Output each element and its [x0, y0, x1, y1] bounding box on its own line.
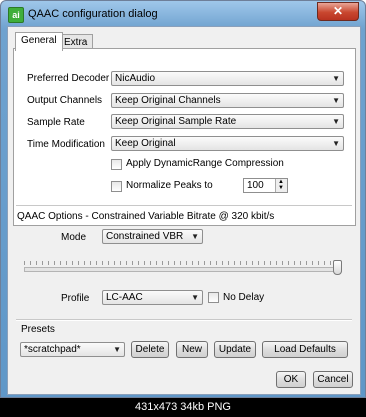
new-preset-button[interactable]: New — [176, 341, 208, 358]
delete-preset-button[interactable]: Delete — [131, 341, 169, 358]
preset-select[interactable]: *scratchpad* ▼ — [20, 342, 125, 357]
presets-heading: Presets — [21, 324, 55, 335]
preferred-decoder-select[interactable]: NicAudio ▼ — [111, 71, 344, 86]
normalize-peaks-spinbox[interactable]: 100 ▲ ▼ — [243, 178, 288, 193]
tab-general[interactable]: General — [15, 32, 63, 51]
cancel-button[interactable]: Cancel — [313, 371, 353, 388]
apply-drc-checkbox[interactable] — [111, 159, 122, 170]
bitrate-slider-thumb[interactable] — [333, 260, 342, 275]
app-icon: ai — [8, 7, 24, 23]
profile-select[interactable]: LC-AAC ▼ — [102, 290, 203, 305]
title-bar[interactable]: ai QAAC configuration dialog ✕ — [1, 1, 365, 27]
output-channels-label: Output Channels — [27, 95, 103, 106]
close-button[interactable]: ✕ — [317, 2, 359, 21]
no-delay-label: No Delay — [223, 292, 265, 303]
chevron-down-icon: ▼ — [113, 345, 121, 354]
profile-label: Profile — [61, 293, 90, 304]
preferred-decoder-label: Preferred Decoder — [27, 73, 110, 84]
apply-drc-label: Apply DynamicRange Compression — [126, 158, 284, 169]
time-modification-select[interactable]: Keep Original ▼ — [111, 136, 344, 151]
qaac-options-heading: QAAC Options - Constrained Variable Bitr… — [17, 211, 275, 222]
sample-rate-label: Sample Rate — [27, 117, 85, 128]
general-tab-panel: Preferred Decoder NicAudio ▼ Output Chann… — [13, 48, 356, 226]
time-modification-label: Time Modification — [27, 139, 105, 150]
slider-ticks — [24, 261, 342, 265]
chevron-down-icon: ▼ — [191, 232, 199, 241]
mode-select[interactable]: Constrained VBR ▼ — [102, 229, 203, 244]
ok-button[interactable]: OK — [276, 371, 306, 388]
spin-down-icon[interactable]: ▼ — [278, 185, 284, 191]
divider — [16, 319, 352, 321]
chevron-down-icon: ▼ — [332, 117, 340, 126]
close-icon: ✕ — [332, 4, 344, 18]
normalize-peaks-label: Normalize Peaks to — [126, 180, 213, 191]
dialog-window: ai QAAC configuration dialog ✕ General E… — [0, 0, 366, 398]
update-preset-button[interactable]: Update — [214, 341, 256, 358]
mode-label: Mode — [61, 232, 87, 243]
chevron-down-icon: ▼ — [191, 293, 199, 302]
output-channels-select[interactable]: Keep Original Channels ▼ — [111, 93, 344, 108]
chevron-down-icon: ▼ — [332, 139, 340, 148]
bitrate-slider-track[interactable] — [24, 267, 342, 272]
dialog-client-area: General Extra Preferred Decoder NicAudio… — [7, 26, 361, 395]
image-caption: 431x473 34kb PNG — [0, 398, 366, 417]
no-delay-checkbox[interactable] — [208, 292, 219, 303]
chevron-down-icon: ▼ — [332, 74, 340, 83]
normalize-peaks-checkbox[interactable] — [111, 181, 122, 192]
chevron-down-icon: ▼ — [332, 96, 340, 105]
window-title: QAAC configuration dialog — [28, 8, 158, 20]
load-defaults-button[interactable]: Load Defaults — [262, 341, 348, 358]
sample-rate-select[interactable]: Keep Original Sample Rate ▼ — [111, 114, 344, 129]
divider — [16, 205, 352, 207]
